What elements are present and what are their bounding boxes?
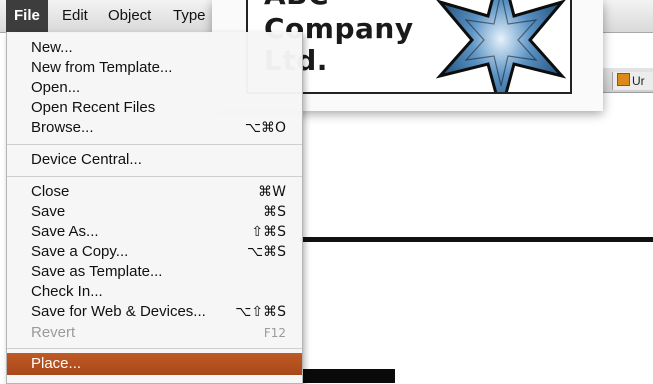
logo-text-line1: ABC <box>264 0 329 11</box>
menu-item-close[interactable]: Close ⌘W <box>7 182 302 202</box>
menu-item-save-for-web[interactable]: Save for Web & Devices... ⌥⇧⌘S <box>7 302 302 322</box>
menu-item-check-in[interactable]: Check In... <box>7 282 302 302</box>
menu-item-save-as-template[interactable]: Save as Template... <box>7 262 302 282</box>
menu-item-label: Device Central... <box>31 151 142 168</box>
menu-item-label: Save for Web & Devices... <box>31 303 206 320</box>
canvas-black-shape <box>302 369 395 383</box>
menu-item-shortcut: ⇧⌘S <box>251 224 286 240</box>
menu-item-shortcut: ⌥⇧⌘S <box>235 304 286 320</box>
menu-item-label: Revert <box>31 324 76 341</box>
menu-item-label: Save <box>31 203 66 220</box>
menu-item-place[interactable]: Place... <box>7 353 302 375</box>
menu-item-label: Close <box>31 183 70 200</box>
menu-item-label: Save a Copy... <box>31 243 129 260</box>
menu-item-label: Save as Template... <box>31 263 163 280</box>
canvas-horizontal-line <box>300 237 653 242</box>
menu-item-label: Browse... <box>31 119 94 136</box>
menu-item-label: Save As... <box>31 223 99 240</box>
menu-item-label: New... <box>31 39 73 56</box>
menu-type[interactable]: Type <box>165 0 214 32</box>
menu-item-new-from-template[interactable]: New from Template... <box>7 58 302 78</box>
menu-item-label: Open Recent Files <box>31 99 156 116</box>
menu-item-label: New from Template... <box>31 59 173 76</box>
menu-item-save-as[interactable]: Save As... ⇧⌘S <box>7 222 302 242</box>
menu-object[interactable]: Object <box>100 0 159 32</box>
menu-item-open[interactable]: Open... <box>7 78 302 98</box>
menu-separator <box>7 176 302 177</box>
menu-item-revert: Revert F12 <box>7 323 302 343</box>
menu-item-label: Check In... <box>31 283 103 300</box>
menu-item-shortcut: ⌘W <box>258 184 286 200</box>
menu-item-device-central[interactable]: Device Central... <box>7 150 302 170</box>
menu-item-open-recent-files[interactable]: Open Recent Files <box>7 98 302 118</box>
document-tab-label: Ur <box>632 74 645 88</box>
menu-file[interactable]: File <box>6 0 48 32</box>
document-tab[interactable]: Ur <box>612 72 653 90</box>
illustrator-file-icon <box>617 73 630 86</box>
menu-item-shortcut: F12 <box>263 326 286 340</box>
menu-item-browse[interactable]: Browse... ⌥⌘O <box>7 118 302 138</box>
menu-item-shortcut: ⌥⌘S <box>246 244 286 260</box>
menu-edit[interactable]: Edit <box>54 0 96 32</box>
star-logo-icon <box>436 0 566 92</box>
menu-item-save[interactable]: Save ⌘S <box>7 202 302 222</box>
menu-separator <box>7 348 302 349</box>
menu-item-save-a-copy[interactable]: Save a Copy... ⌥⌘S <box>7 242 302 262</box>
file-menu: New... New from Template... Open... Open… <box>6 32 303 384</box>
menu-item-new[interactable]: New... <box>7 38 302 58</box>
menu-separator <box>7 144 302 145</box>
menu-item-label: Place... <box>31 355 82 372</box>
menu-item-label: Open... <box>31 79 81 96</box>
menu-item-shortcut: ⌘S <box>263 204 286 220</box>
menu-item-shortcut: ⌥⌘O <box>244 120 286 136</box>
